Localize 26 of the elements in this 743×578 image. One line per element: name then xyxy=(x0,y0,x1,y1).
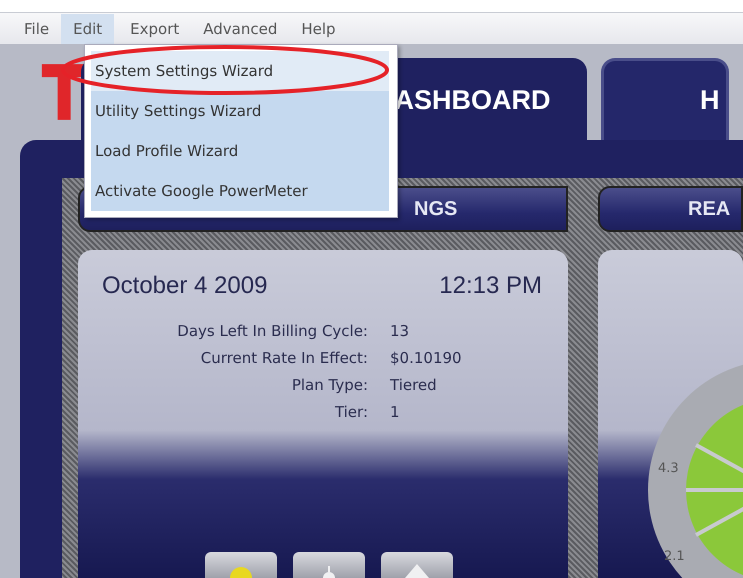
knob-button[interactable] xyxy=(293,552,365,578)
triangle-icon xyxy=(405,564,429,578)
field-value: 13 xyxy=(390,322,410,340)
knob-icon xyxy=(321,566,337,578)
menu-item[interactable]: Utility Settings Wizard xyxy=(91,91,389,131)
menu-item[interactable]: Activate Google PowerMeter xyxy=(91,171,389,211)
triangle-button[interactable] xyxy=(381,552,453,578)
field-label: Plan Type: xyxy=(290,376,368,394)
menu-title[interactable]: Export xyxy=(118,14,192,44)
circle-button[interactable] xyxy=(205,552,277,578)
field-label: Days Left In Billing Cycle: xyxy=(176,322,368,340)
field-value: $0.10190 xyxy=(390,349,463,367)
field-value: Tiered xyxy=(390,376,438,394)
field-label: Current Rate In Effect: xyxy=(200,349,368,367)
date-text: October 4 2009 xyxy=(102,272,268,300)
menu-item[interactable]: Load Profile Wizard xyxy=(91,131,389,171)
field-label: Tier: xyxy=(334,403,368,421)
field-value: 1 xyxy=(390,403,401,421)
menu-title[interactable]: File xyxy=(12,14,62,44)
menu-title[interactable]: Edit xyxy=(61,14,114,44)
section-header: REA xyxy=(598,186,743,232)
time-text: 12:13 PM xyxy=(439,272,542,300)
menu-item[interactable]: System Settings Wizard xyxy=(91,51,389,91)
menu-title[interactable]: Help xyxy=(289,14,348,44)
menu-title[interactable]: Advanced xyxy=(191,14,290,44)
tab[interactable]: H xyxy=(600,58,729,140)
